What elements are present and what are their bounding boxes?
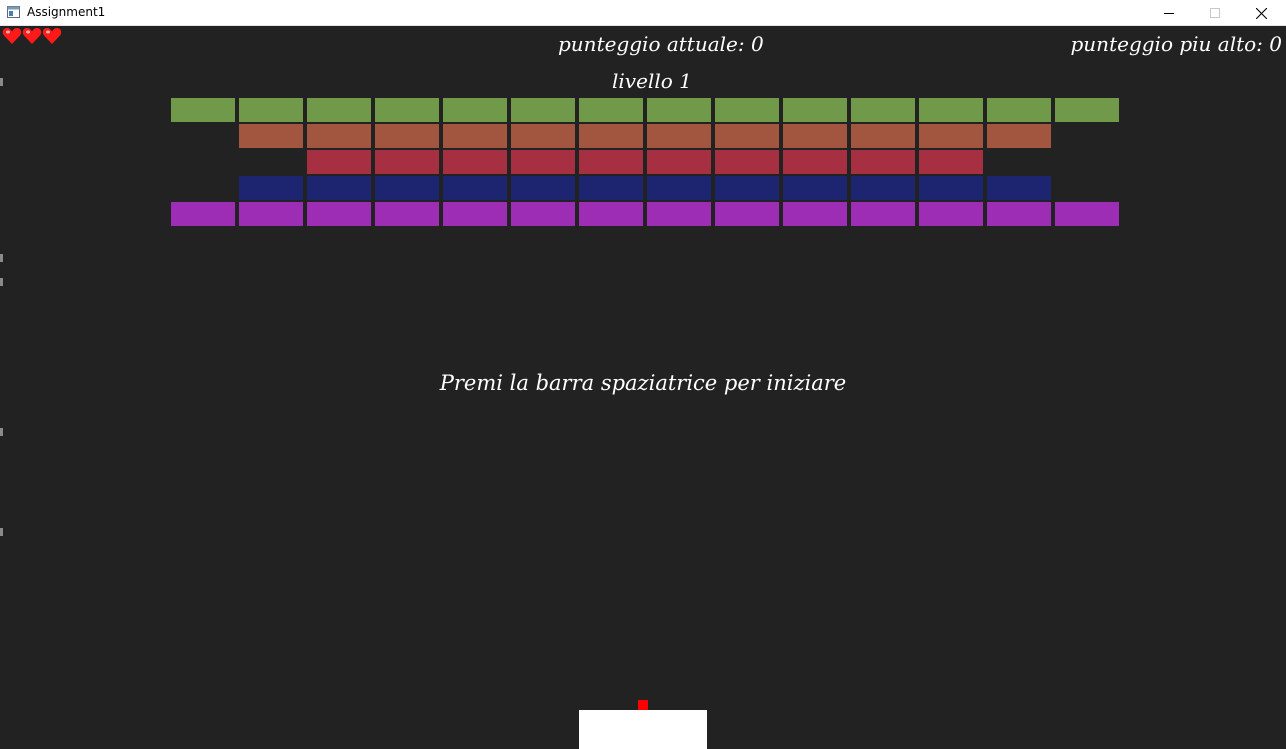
brick [715,98,779,122]
brick [443,176,507,200]
brick [375,98,439,122]
brick [511,176,575,200]
brick [715,176,779,200]
brick [783,176,847,200]
lives-indicator [2,26,62,46]
brick [307,98,371,122]
brick [919,98,983,122]
brick [307,176,371,200]
brick [919,176,983,200]
desktop-edge-mark [0,254,3,262]
maximize-button[interactable] [1192,0,1238,26]
brick [783,98,847,122]
brick [239,202,303,226]
heart-icon [42,28,62,44]
brick [307,150,371,174]
level-label: livello 1 [612,69,692,93]
close-icon [1255,7,1267,19]
brick [987,124,1051,148]
brick [1055,202,1119,226]
brick [171,98,235,122]
app-icon [7,6,20,18]
brick [511,202,575,226]
brick [1055,98,1119,122]
brick [919,150,983,174]
heart-icon [2,28,22,44]
start-prompt: Premi la barra spaziatrice per iniziare [439,371,847,395]
brick [987,202,1051,226]
brick [443,202,507,226]
game-window: Assignment1 punteggio attuale: 0 puntegg… [0,0,1286,749]
brick [239,176,303,200]
minimize-icon [1164,13,1174,14]
brick [647,150,711,174]
brick [579,202,643,226]
brick [375,150,439,174]
window-title: Assignment1 [27,5,106,19]
title-bar[interactable]: Assignment1 [0,0,1286,26]
ball [638,700,648,710]
brick [171,202,235,226]
brick [851,202,915,226]
current-score: punteggio attuale: 0 [558,32,764,56]
brick [375,176,439,200]
maximize-icon [1210,8,1220,18]
brick [647,98,711,122]
brick [715,150,779,174]
desktop-edge-mark [0,278,3,286]
brick [579,124,643,148]
brick [443,150,507,174]
brick [647,124,711,148]
brick [307,124,371,148]
brick [443,124,507,148]
brick [239,124,303,148]
brick [919,202,983,226]
brick [851,98,915,122]
brick [851,150,915,174]
brick [919,124,983,148]
brick [987,98,1051,122]
brick [783,150,847,174]
brick [851,124,915,148]
desktop-edge-mark [0,78,3,86]
brick [783,124,847,148]
brick [647,176,711,200]
brick [851,176,915,200]
brick [715,124,779,148]
brick [375,124,439,148]
desktop-edge-mark [0,528,3,536]
heart-icon [22,28,42,44]
brick [579,176,643,200]
brick [511,150,575,174]
brick [783,202,847,226]
brick [647,202,711,226]
game-canvas[interactable]: punteggio attuale: 0 punteggio piu alto:… [0,26,1286,749]
brick [579,150,643,174]
brick [239,98,303,122]
brick [375,202,439,226]
desktop-edge-mark [0,428,3,436]
brick [579,98,643,122]
minimize-button[interactable] [1146,0,1192,26]
brick [307,202,371,226]
brick [715,202,779,226]
paddle[interactable] [579,710,707,749]
brick [443,98,507,122]
high-score: punteggio piu alto: 0 [1070,32,1283,56]
brick [511,124,575,148]
close-button[interactable] [1238,0,1284,26]
brick [511,98,575,122]
brick [987,176,1051,200]
